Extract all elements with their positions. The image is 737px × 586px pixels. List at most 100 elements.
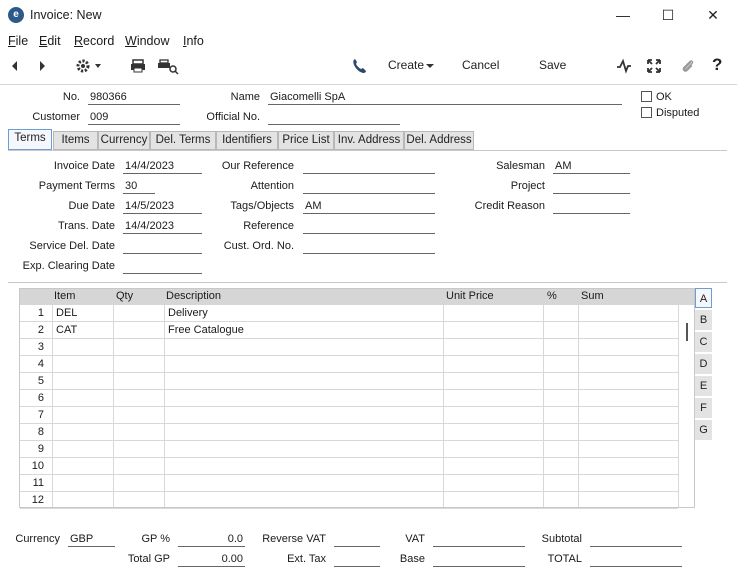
total-gp-field[interactable]: 0.00 xyxy=(178,553,245,567)
gp-percent-field[interactable]: 0.0 xyxy=(178,533,245,547)
cancel-button[interactable]: Cancel xyxy=(462,58,499,72)
exp-clearing-date-field[interactable] xyxy=(123,260,202,274)
close-button[interactable]: ✕ xyxy=(693,4,733,26)
table-row[interactable]: 5 xyxy=(20,373,678,390)
base-field[interactable] xyxy=(433,553,525,567)
activity-icon[interactable] xyxy=(615,57,633,75)
tags-objects-field[interactable]: AM xyxy=(303,200,435,214)
side-tab-g[interactable]: G xyxy=(695,420,712,440)
expand-icon[interactable] xyxy=(645,57,663,75)
side-tab-e[interactable]: E xyxy=(695,376,712,396)
attention-field[interactable] xyxy=(303,180,435,194)
next-record-icon[interactable] xyxy=(33,57,51,75)
toolbar: Create Cancel Save ? xyxy=(0,53,737,81)
name-field[interactable]: Giacomelli SpA xyxy=(268,91,622,105)
reverse-vat-label: Reverse VAT xyxy=(262,533,326,545)
customer-field[interactable]: 009 xyxy=(88,111,180,125)
side-tab-f[interactable]: F xyxy=(695,398,712,418)
customer-label: Customer xyxy=(32,111,80,123)
cust-ord-no-field[interactable] xyxy=(303,240,435,254)
column-header-sum[interactable]: Sum xyxy=(581,290,604,302)
menu-file[interactable]: File xyxy=(8,34,28,48)
description-cell[interactable]: Free Catalogue xyxy=(168,324,244,336)
create-button[interactable]: Create xyxy=(388,58,424,72)
column-header-percent[interactable]: % xyxy=(547,290,557,302)
minimize-button[interactable]: — xyxy=(603,4,643,26)
attachment-icon[interactable] xyxy=(679,57,697,75)
ext-tax-field[interactable] xyxy=(334,553,380,567)
phone-icon[interactable] xyxy=(350,57,368,75)
description-cell[interactable]: Delivery xyxy=(168,307,208,319)
side-tab-c[interactable]: C xyxy=(695,332,712,352)
items-grid[interactable]: Item Qty Description Unit Price % Sum 1D… xyxy=(19,288,695,509)
column-header-item[interactable]: Item xyxy=(54,290,75,302)
row-number: 7 xyxy=(37,409,44,421)
column-header-description[interactable]: Description xyxy=(166,290,221,302)
tab-del-address[interactable]: Del. Address xyxy=(404,131,474,150)
table-row[interactable]: 4 xyxy=(20,356,678,373)
tab-divider xyxy=(8,150,727,151)
chevron-down-icon[interactable] xyxy=(424,57,436,75)
print-icon[interactable] xyxy=(129,57,147,75)
item-cell[interactable]: CAT xyxy=(56,324,77,336)
item-cell[interactable]: DEL xyxy=(56,307,77,319)
tab-items[interactable]: Items xyxy=(53,131,98,150)
tab-del-terms[interactable]: Del. Terms xyxy=(150,131,216,150)
vat-field[interactable] xyxy=(433,533,525,547)
gear-icon[interactable] xyxy=(74,57,104,75)
side-tab-d[interactable]: D xyxy=(695,354,712,374)
table-row[interactable]: 6 xyxy=(20,390,678,407)
reverse-vat-field[interactable] xyxy=(334,533,380,547)
total-field[interactable] xyxy=(590,553,682,567)
previous-record-icon[interactable] xyxy=(6,57,24,75)
table-row[interactable]: 7 xyxy=(20,407,678,424)
help-icon[interactable]: ? xyxy=(712,55,722,75)
menu-record[interactable]: Record xyxy=(74,34,114,48)
tab-terms[interactable]: Terms xyxy=(8,129,52,150)
tab-currency[interactable]: Currency xyxy=(98,131,150,150)
table-row[interactable]: 2 CAT Free Catalogue xyxy=(20,322,678,339)
side-tab-b[interactable]: B xyxy=(695,310,712,330)
credit-reason-label: Credit Reason xyxy=(474,200,545,212)
tab-inv-address[interactable]: Inv. Address xyxy=(334,131,404,150)
table-row[interactable]: 8 xyxy=(20,424,678,441)
currency-field[interactable]: GBP xyxy=(68,533,115,547)
menu-edit[interactable]: Edit xyxy=(39,34,61,48)
payment-terms-field[interactable]: 30 xyxy=(123,180,155,194)
menu-record-mnemonic: R xyxy=(74,34,84,48)
project-field[interactable] xyxy=(553,180,630,194)
maximize-button[interactable]: ☐ xyxy=(648,4,688,26)
column-header-unit-price[interactable]: Unit Price xyxy=(446,290,494,302)
grid-scrollbar[interactable] xyxy=(686,323,688,341)
menu-window[interactable]: Window xyxy=(125,34,169,48)
official-no-field[interactable] xyxy=(268,111,400,125)
due-date-field[interactable]: 14/5/2023 xyxy=(123,200,202,214)
invoice-date-field[interactable]: 14/4/2023 xyxy=(123,160,202,174)
tags-objects-label: Tags/Objects xyxy=(230,200,294,212)
column-header-qty[interactable]: Qty xyxy=(116,290,133,302)
table-row[interactable]: 1 DEL Delivery xyxy=(20,305,678,322)
subtotal-field[interactable] xyxy=(590,533,682,547)
credit-reason-field[interactable] xyxy=(553,200,630,214)
no-field[interactable]: 980366 xyxy=(88,91,180,105)
tab-price-list[interactable]: Price List xyxy=(278,131,334,150)
ok-checkbox[interactable] xyxy=(641,91,652,102)
table-row[interactable]: 11 xyxy=(20,475,678,492)
tab-identifiers[interactable]: Identifiers xyxy=(216,131,278,150)
salesman-field[interactable]: AM xyxy=(553,160,630,174)
trans-date-field[interactable]: 14/4/2023 xyxy=(123,220,202,234)
table-row[interactable]: 12 xyxy=(20,492,678,509)
row-number: 11 xyxy=(32,477,44,489)
our-reference-field[interactable] xyxy=(303,160,435,174)
reference-field[interactable] xyxy=(303,220,435,234)
table-row[interactable]: 3 xyxy=(20,339,678,356)
our-reference-label: Our Reference xyxy=(221,160,294,172)
table-row[interactable]: 9 xyxy=(20,441,678,458)
table-row[interactable]: 10 xyxy=(20,458,678,475)
service-del-date-field[interactable] xyxy=(123,240,202,254)
print-preview-icon[interactable] xyxy=(157,57,179,75)
side-tab-a[interactable]: A xyxy=(695,288,712,308)
disputed-checkbox[interactable] xyxy=(641,107,652,118)
menu-info[interactable]: Info xyxy=(183,34,204,48)
save-button[interactable]: Save xyxy=(539,58,566,72)
